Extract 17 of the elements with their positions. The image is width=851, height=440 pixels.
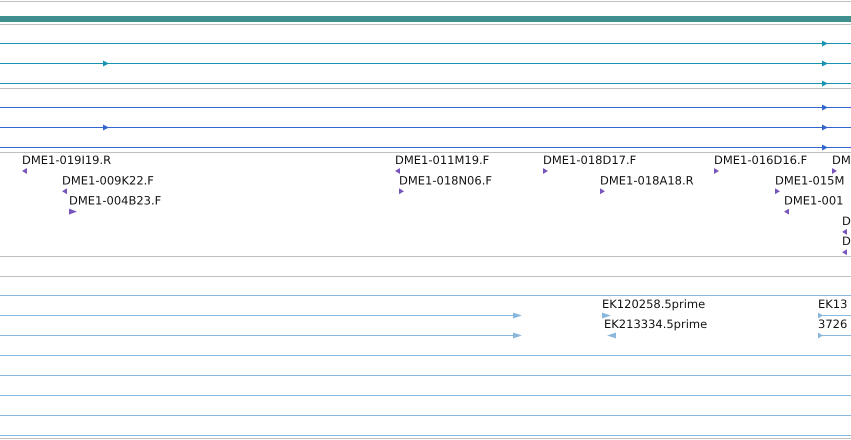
feature-label: DME1-019I19.R [22, 153, 112, 167]
feature-label: EK120258.5prime [602, 297, 706, 311]
feature-label: DM [832, 153, 851, 167]
feature-label: DME1-009K22.F [62, 173, 154, 188]
feature-label: EK13 [818, 297, 848, 311]
feature-label: D [842, 234, 851, 248]
feature-label: DME1-016D16.F [714, 153, 808, 167]
feature-label: D [842, 214, 851, 228]
feature-label: 3726 [818, 317, 848, 331]
feature-label: DME1-018D17.F [543, 153, 636, 167]
feature-label: DME1-015M [775, 173, 844, 188]
feature-label: DME1-018A18.R [600, 173, 694, 188]
feature-label: DME1-001 [784, 194, 844, 208]
feature-label: DME1-011M19.F [395, 153, 490, 167]
feature-label: DME1-004B23.F [69, 194, 162, 208]
feature-label: EK213334.5prime [604, 317, 708, 331]
feature-label: DME1-018N06.F [399, 173, 492, 188]
